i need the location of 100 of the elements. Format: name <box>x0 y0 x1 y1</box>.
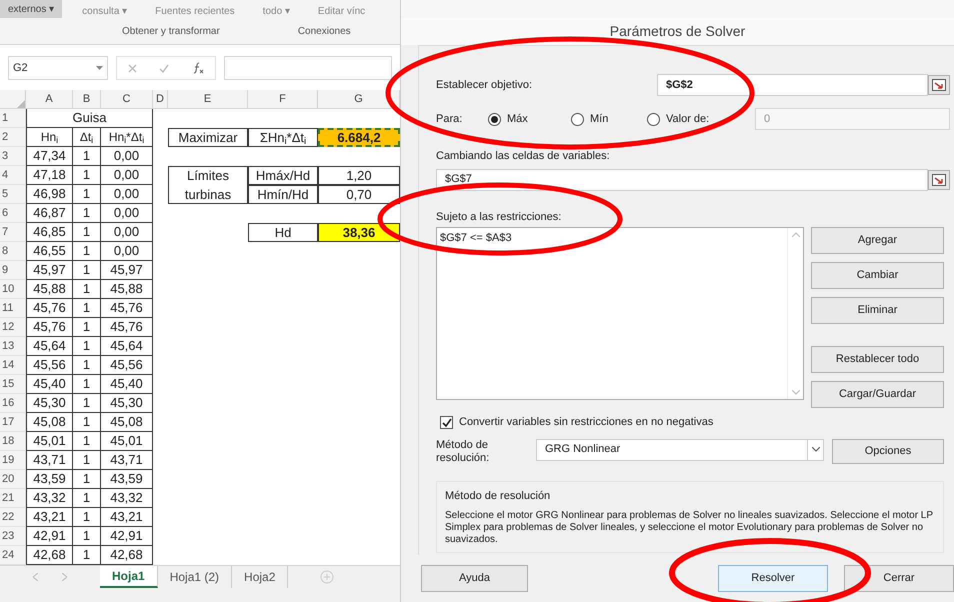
range-picker-button[interactable] <box>928 75 950 95</box>
variable-cells-field[interactable]: $G$7 <box>436 168 928 190</box>
table-cell: 43,71 <box>26 451 73 470</box>
table-cell: Hmáx/Hd <box>248 166 318 185</box>
table-cell: 1 <box>73 318 101 337</box>
dialog-button[interactable]: Agregar <box>811 227 944 254</box>
field-label: Sujeto a las restricciones: <box>436 210 562 224</box>
table-cell: 45,97 <box>26 261 73 280</box>
table-cell: 1 <box>73 508 101 527</box>
row-header[interactable]: 15 <box>0 375 26 394</box>
help-button[interactable]: Ayuda <box>421 565 528 592</box>
radio-button[interactable] <box>488 112 501 126</box>
corner-triangle-icon <box>17 100 25 108</box>
row-header[interactable]: 18 <box>0 432 26 451</box>
row-header[interactable]: 16 <box>0 394 26 413</box>
table-title-cell: Guisa <box>26 109 153 128</box>
range-select-icon <box>932 174 946 186</box>
column-header[interactable]: G <box>318 90 400 109</box>
solve-button[interactable]: Resolver <box>718 565 828 592</box>
row-header[interactable]: 4 <box>0 166 26 185</box>
scroll-down-icon[interactable] <box>792 390 800 395</box>
row-header[interactable]: 21 <box>0 489 26 508</box>
cell-reference: G2 <box>13 60 28 76</box>
row-header[interactable]: 23 <box>0 527 26 546</box>
close-button[interactable]: Cerrar <box>844 565 954 592</box>
row-header[interactable]: 6 <box>0 204 26 223</box>
row-header[interactable]: 17 <box>0 413 26 432</box>
table-header-cell: Hn$_{i}$ <box>26 128 73 147</box>
row-header[interactable]: 2 <box>0 128 26 147</box>
table-cell: 46,55 <box>26 242 73 261</box>
next-sheet-icon[interactable] <box>62 573 67 581</box>
options-button[interactable]: Opciones <box>832 438 944 464</box>
method-select[interactable]: GRG Nonlinear <box>536 438 824 460</box>
constraint-item[interactable]: $G$7 <= $A$3 <box>440 230 784 246</box>
column-header[interactable]: A <box>26 90 73 109</box>
table-cell: 43,32 <box>26 489 73 508</box>
row-header[interactable]: 5 <box>0 185 26 204</box>
dialog-button[interactable]: Eliminar <box>811 297 944 324</box>
radio-option[interactable]: Máx <box>488 110 571 128</box>
previous-sheet-icon[interactable] <box>33 573 38 581</box>
row-header[interactable]: 20 <box>0 470 26 489</box>
ribbon-command[interactable]: externos ▾ <box>0 0 62 18</box>
row-header[interactable]: 22 <box>0 508 26 527</box>
column-header[interactable]: F <box>248 90 318 109</box>
range-picker-button[interactable] <box>928 170 950 190</box>
function-icon[interactable] <box>192 62 204 74</box>
row-header[interactable]: 3 <box>0 147 26 166</box>
formula-field[interactable] <box>224 56 392 80</box>
table-cell: Hd <box>248 223 318 242</box>
scroll-up-icon[interactable] <box>792 232 800 237</box>
row-header[interactable]: 1 <box>0 109 26 128</box>
table-cell: 43,59 <box>26 470 73 489</box>
radio-option[interactable]: Valor de: <box>647 110 755 128</box>
table-cell: 1 <box>73 394 101 413</box>
constraints-list[interactable]: $G$7 <= $A$3 <box>436 227 804 400</box>
column-header[interactable]: B <box>73 90 101 109</box>
table-cell: 1 <box>73 527 101 546</box>
table-cell: 45,08 <box>101 413 153 432</box>
row-header[interactable]: 10 <box>0 280 26 299</box>
radio-button[interactable] <box>647 112 660 126</box>
table-cell: 1 <box>73 337 101 356</box>
table-cell: 45,64 <box>101 337 153 356</box>
table-cell: 45,01 <box>26 432 73 451</box>
row-header[interactable]: 11 <box>0 299 26 318</box>
table-cell: 1 <box>73 356 101 375</box>
row-header[interactable]: 7 <box>0 223 26 242</box>
name-box[interactable]: G2 <box>8 56 108 80</box>
table-cell: 43,32 <box>101 489 153 508</box>
row-header[interactable]: 12 <box>0 318 26 337</box>
sheet-tab[interactable]: Hoja2 <box>232 566 288 588</box>
dialog-button[interactable]: Restablecer todo <box>811 346 944 373</box>
column-header[interactable]: D <box>153 90 168 109</box>
row-header[interactable]: 24 <box>0 546 26 565</box>
select-all-corner[interactable] <box>0 90 26 109</box>
table-cell: 1 <box>73 242 101 261</box>
column-header[interactable]: E <box>168 90 248 109</box>
checkbox[interactable] <box>440 416 453 429</box>
objective-field[interactable]: $G$2 <box>657 74 928 96</box>
row-header[interactable]: 9 <box>0 261 26 280</box>
sheet-tab[interactable]: Hoja1 <box>100 566 158 588</box>
table-cell: 1 <box>73 470 101 489</box>
row-header[interactable]: 19 <box>0 451 26 470</box>
scrollbar[interactable] <box>787 228 803 399</box>
add-sheet-icon[interactable] <box>320 570 334 584</box>
check-icon[interactable] <box>159 64 170 72</box>
table-cell: 45,40 <box>26 375 73 394</box>
column-header[interactable]: C <box>101 90 153 109</box>
field-label: Cambiando las celdas de variables: <box>436 149 611 164</box>
dialog-button[interactable]: Cambiar <box>811 262 944 289</box>
table-cell: 0,00 <box>101 242 153 261</box>
dialog-button[interactable]: Cargar/Guardar <box>811 381 944 408</box>
row-header[interactable]: 14 <box>0 356 26 375</box>
cancel-icon[interactable] <box>128 64 138 72</box>
table-cell: 43,21 <box>26 508 73 527</box>
row-header[interactable]: 13 <box>0 337 26 356</box>
radio-option[interactable]: Mín <box>571 110 647 128</box>
row-header[interactable]: 8 <box>0 242 26 261</box>
sheet-tab[interactable]: Hoja1 (2) <box>158 566 232 588</box>
table-cell: 1 <box>73 451 101 470</box>
radio-button[interactable] <box>571 112 584 126</box>
